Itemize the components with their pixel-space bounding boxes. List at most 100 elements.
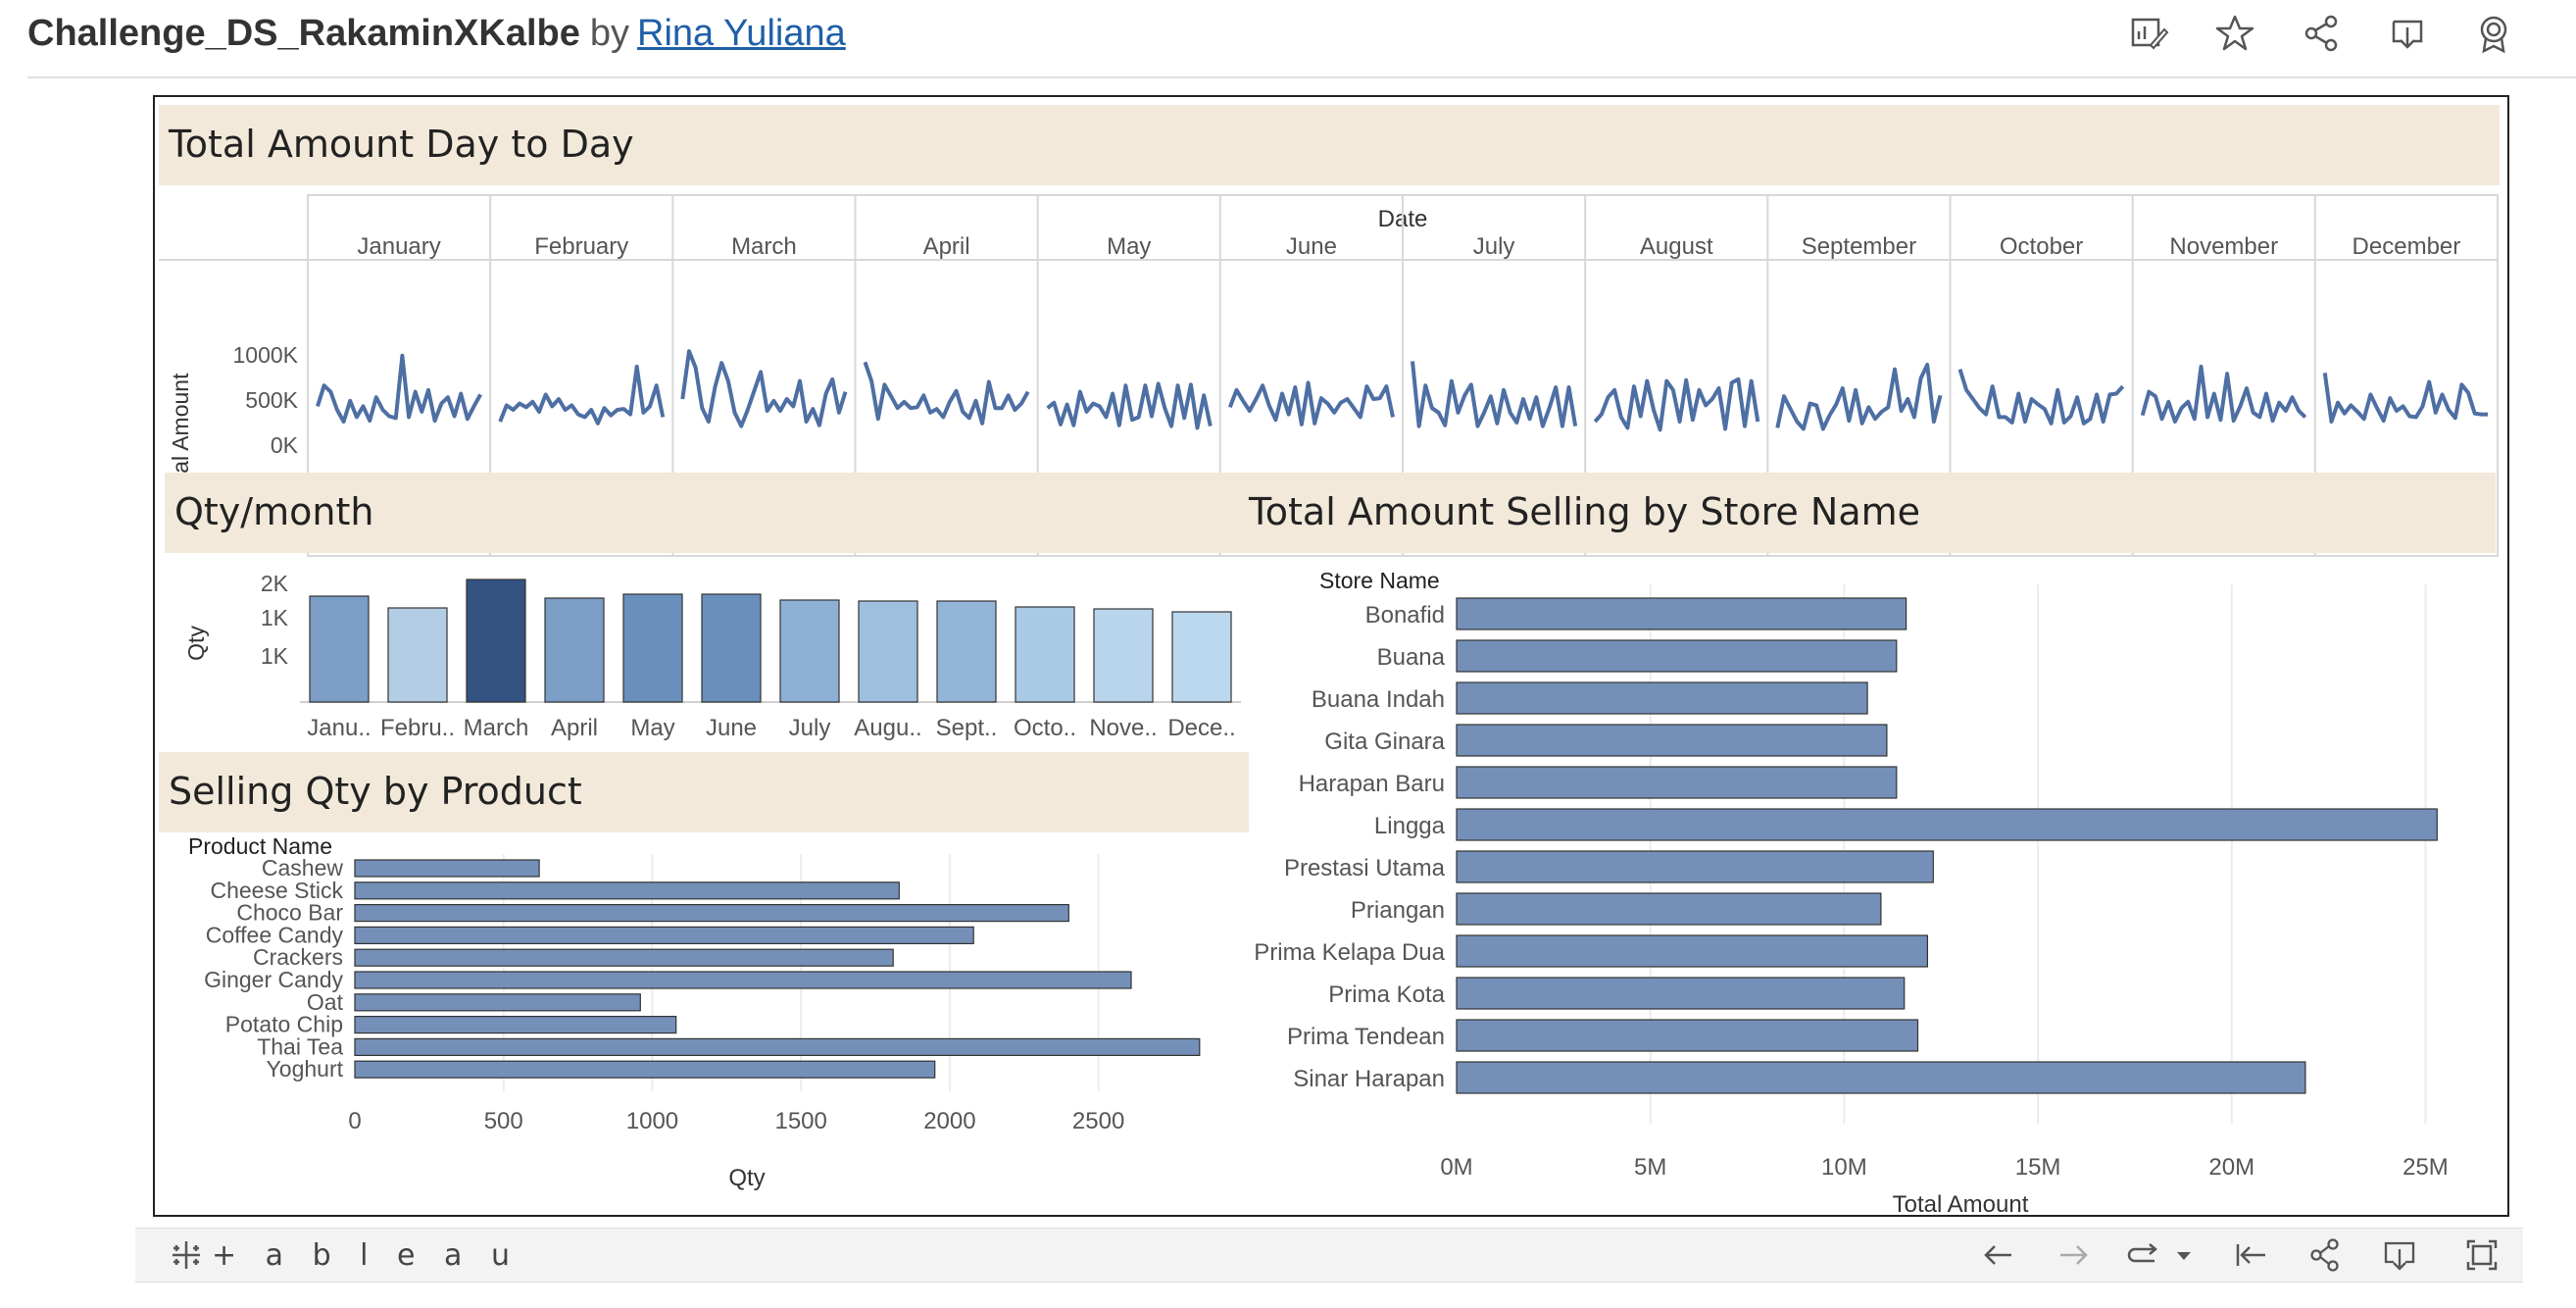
bar-buana (1456, 639, 1898, 673)
download-icon[interactable] (2380, 1235, 2419, 1275)
y-tick-label: 1K (261, 605, 289, 630)
bar-chart-product-qty[interactable]: 0 500 1000 1500 2000 2500Product NameCashewCh… (159, 834, 1249, 1207)
month-label: October (2000, 233, 2083, 260)
download-icon[interactable] (2386, 12, 2429, 55)
tableau-logo-icon (169, 1237, 204, 1273)
month-label: December (2353, 233, 2461, 260)
x-tick-label: 1000 (626, 1108, 678, 1134)
bar-choco-bar (354, 903, 1069, 923)
x-tick-label: Nove.. (1089, 715, 1157, 741)
by-text: by (589, 13, 630, 54)
author-link[interactable]: Rina Yuliana (637, 13, 846, 54)
month-label: September (1802, 233, 1916, 260)
x-tick-label: Febru.. (380, 715, 455, 741)
workbook-header: Challenge_DS_RakaminXKalbe by Rina Yuliana (0, 0, 2576, 76)
undo-icon[interactable] (1978, 1235, 2017, 1275)
bar-march (466, 579, 526, 703)
x-tick-label: 500 (484, 1108, 523, 1134)
x-tick-label: 15M (2015, 1154, 2061, 1181)
month-label: January (357, 233, 440, 260)
bar-harapan-baru (1456, 766, 1898, 799)
line-series-september (1775, 363, 1943, 431)
month-label: February (534, 233, 628, 260)
revert-icon[interactable] (2125, 1235, 2164, 1275)
x-axis-label: Qty (728, 1165, 765, 1191)
store-label: Prima Tendean (1287, 1024, 1445, 1050)
store-label: Buana Indah (1312, 686, 1445, 713)
bar-cheese-stick (354, 881, 900, 900)
x-tick-label: 25M (2403, 1154, 2449, 1181)
star-icon[interactable] (2213, 12, 2256, 55)
bar-crackers (354, 948, 894, 967)
x-tick-label: 2000 (923, 1108, 975, 1134)
bar-ginger-candy (354, 971, 1132, 989)
tableau-logo[interactable]: + a b l e a u (169, 1237, 520, 1273)
fullscreen-icon[interactable] (2462, 1235, 2502, 1275)
y-axis-label: Qty (183, 626, 209, 661)
line-series-july (1411, 361, 1578, 428)
bar-thai-tea (354, 1037, 1201, 1056)
x-tick-label: 1500 (774, 1108, 826, 1134)
bar-potato-chip (354, 1016, 677, 1034)
store-label: Bonafid (1365, 602, 1445, 629)
x-tick-label: 0M (1440, 1154, 1472, 1181)
line-series-october (1957, 369, 2125, 426)
x-tick-label: 20M (2208, 1154, 2254, 1181)
dropdown-icon[interactable] (2164, 1235, 2204, 1275)
x-tick-label: Janu.. (307, 715, 371, 741)
bar-yoghurt (354, 1060, 936, 1079)
share-icon[interactable] (2300, 12, 2343, 55)
share-icon[interactable] (2305, 1235, 2345, 1275)
store-label: Prima Kelapa Dua (1254, 939, 1445, 966)
y-tick-label: 2K (261, 571, 289, 596)
bar-dece (1171, 611, 1232, 703)
line-series-november (2140, 364, 2307, 424)
x-axis-label: Total Amount (1893, 1191, 2029, 1212)
dashboard: Total Amount Day to Day Date Total Amount… (153, 95, 2509, 1217)
badge-icon[interactable] (2472, 12, 2515, 55)
line-series-april (863, 361, 1030, 426)
y-tick-label: 1K (261, 643, 289, 669)
bar-octo (1015, 606, 1075, 703)
bar-augu (858, 600, 918, 703)
bar-may (622, 593, 683, 703)
section-title-month: Qty/month (174, 490, 374, 533)
month-label: April (923, 233, 970, 260)
store-label: Harapan Baru (1299, 771, 1445, 797)
line-series-august (1593, 377, 1760, 432)
store-label: Prima Kota (1328, 981, 1445, 1008)
bar-lingga (1456, 808, 2438, 841)
bar-sinar-harapan (1456, 1061, 2306, 1094)
x-tick-label: June (706, 715, 757, 741)
month-label: November (2169, 233, 2278, 260)
workbook-title: Challenge_DS_RakaminXKalbe (27, 13, 580, 54)
redo-icon[interactable] (2055, 1235, 2094, 1275)
store-label: Priangan (1351, 897, 1445, 924)
month-label: March (731, 233, 797, 260)
section-header-product: Selling Qty by Product (159, 752, 1249, 832)
bar-buana-indah (1456, 681, 1868, 715)
month-label: May (1107, 233, 1151, 260)
x-tick-label: March (464, 715, 529, 741)
edit-icon[interactable] (2127, 12, 2170, 55)
bar-nove (1093, 608, 1154, 703)
section-title-product: Selling Qty by Product (169, 770, 582, 813)
bar-prestasi-utama (1456, 850, 1934, 883)
bar-oat (354, 993, 641, 1012)
title-row: Challenge_DS_RakaminXKalbe by Rina Yuliana (27, 12, 846, 55)
bar-janu (309, 595, 370, 703)
first-page-icon[interactable] (2231, 1235, 2270, 1275)
line-series-january (316, 353, 482, 424)
line-series-march (680, 349, 848, 428)
bar-april (544, 597, 605, 703)
store-label: Sinar Harapan (1293, 1066, 1445, 1092)
bar-sept (936, 600, 997, 703)
line-series-june (1227, 380, 1395, 427)
x-tick-label: Sept.. (936, 715, 998, 741)
tableau-logo-text: + a b l e a u (212, 1237, 520, 1273)
bar-prima-tendean (1456, 1019, 1919, 1052)
bar-chart-store-amount[interactable]: 0M 5M 10M 15M 20M 25M Store Name Bonafid Buana Bu… (1249, 555, 2500, 1212)
section-title-store: Total Amount Selling by Store Name (1249, 490, 1921, 533)
section-title-day: Total Amount Day to Day (169, 123, 634, 166)
section-header-month-store: Qty/month Total Amount Selling by Store … (165, 473, 2496, 553)
